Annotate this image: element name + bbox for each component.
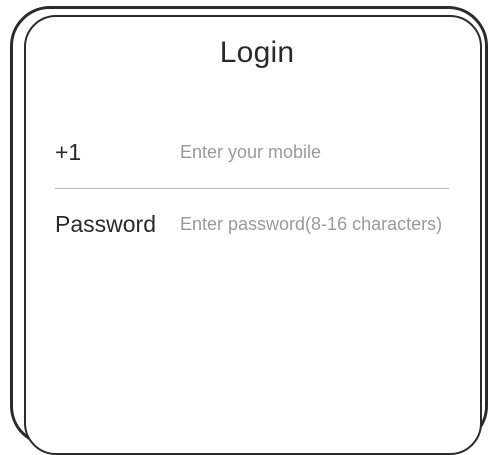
password-input[interactable] bbox=[180, 209, 455, 239]
page-title: Login bbox=[219, 36, 295, 69]
divider bbox=[55, 188, 449, 189]
country-code[interactable]: +1 bbox=[55, 139, 180, 166]
password-row: Password bbox=[55, 204, 455, 244]
mobile-input[interactable] bbox=[180, 137, 455, 167]
password-label: Password bbox=[55, 210, 156, 237]
phone-row: +1 bbox=[55, 132, 455, 172]
